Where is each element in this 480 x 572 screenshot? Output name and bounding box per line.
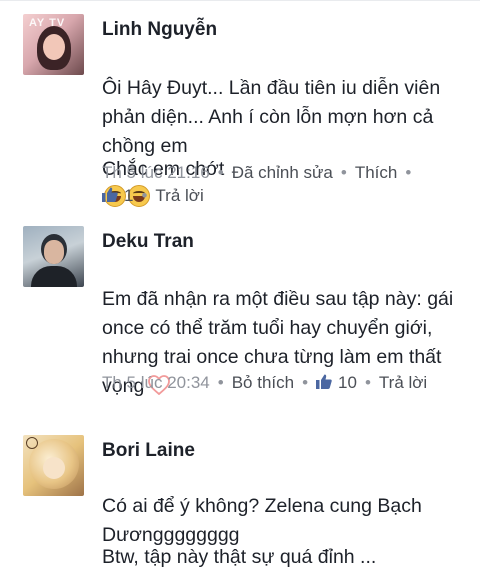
separator-dot: • — [141, 186, 148, 205]
avatar[interactable] — [23, 226, 84, 287]
comment-author[interactable]: Deku Tran — [102, 231, 194, 253]
separator-dot: • — [217, 163, 224, 182]
comment-text-extra: Btw, tập này thật sự quá đỉnh ... — [102, 546, 377, 568]
top-divider — [0, 0, 480, 1]
like-count[interactable]: 1 — [102, 186, 133, 205]
like-link[interactable]: Thích — [355, 163, 398, 182]
comment-time[interactable]: Th 5 lúc 20:34 — [102, 373, 210, 392]
comment-author[interactable]: Bori Laine — [102, 440, 195, 462]
edited-link[interactable]: Đã chỉnh sửa — [232, 163, 333, 182]
comment-author[interactable]: Linh Nguyễn — [102, 19, 217, 41]
separator-dot: • — [302, 373, 309, 392]
reply-link[interactable]: Trả lời — [379, 373, 427, 392]
like-count[interactable]: 10 — [316, 373, 357, 392]
comment-meta: Th 5 lúc 21:16 • Đã chỉnh sửa • Thích • 1 • Trả… — [102, 161, 452, 207]
comment-time[interactable]: Th 5 lúc 21:16 — [102, 163, 210, 182]
avatar[interactable] — [23, 435, 84, 496]
thumbs-up-icon — [102, 187, 118, 202]
reply-link[interactable]: Trả lời — [155, 186, 203, 205]
comment-meta: Th 5 lúc 20:34 • Bỏ thích • 10 • Trả lời — [102, 371, 452, 394]
separator-dot: • — [217, 373, 224, 392]
separator-dot: • — [340, 163, 347, 182]
thumbs-up-icon — [316, 374, 332, 389]
separator-dot: • — [364, 373, 371, 392]
avatar[interactable]: AY TV — [23, 14, 84, 75]
unlike-link[interactable]: Bỏ thích — [232, 373, 294, 392]
separator-dot: • — [405, 163, 412, 182]
